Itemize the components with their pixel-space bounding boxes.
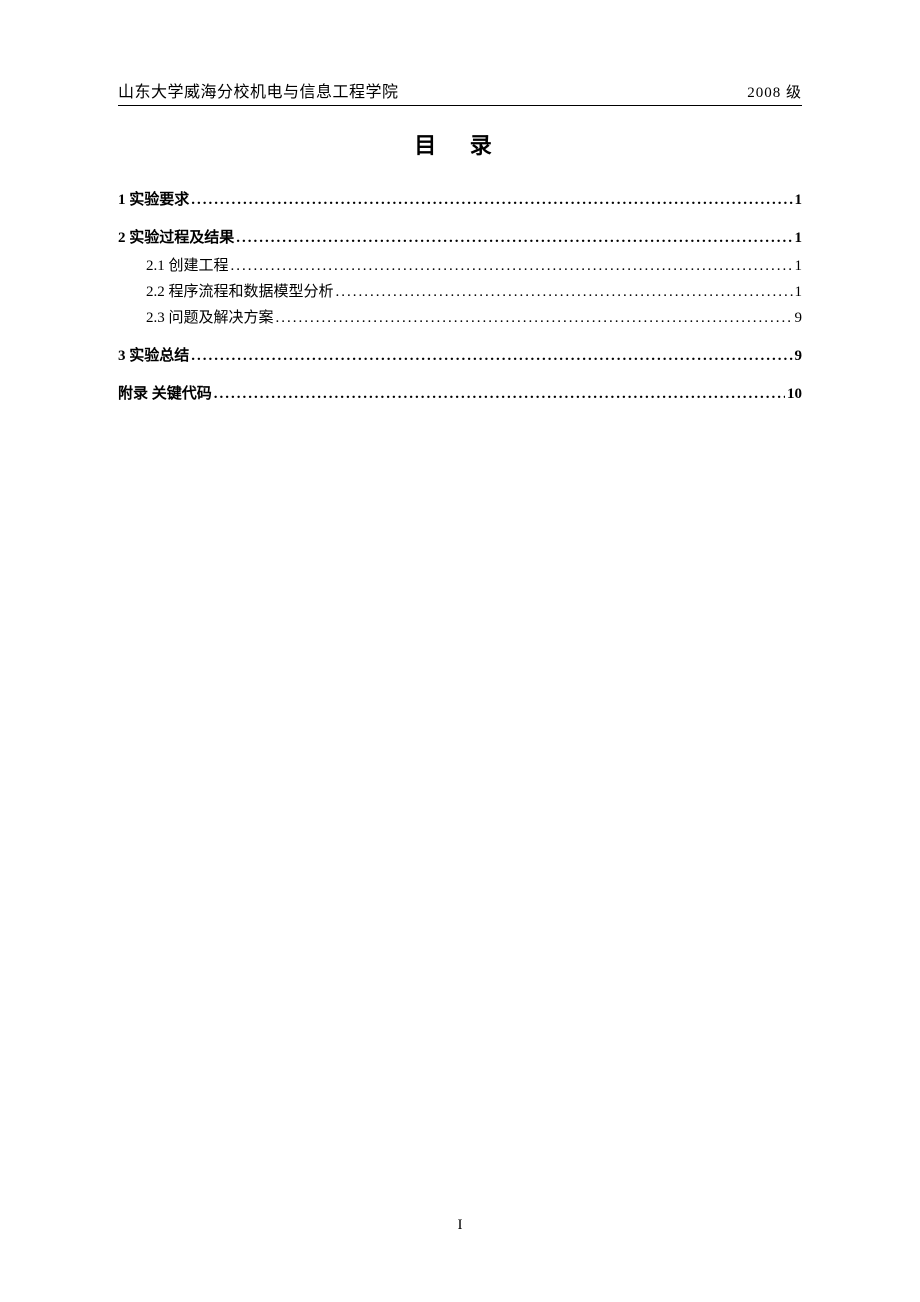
header-cohort: 2008 级 [747,81,802,102]
toc-leader-dots: ........................................… [191,188,792,212]
toc-leader-dots: ........................................… [191,344,792,368]
toc-label: 3 实验总结 [118,344,189,368]
toc-leader-dots: ........................................… [231,254,793,278]
toc-subentry: 2.3 问题及解决方案 ............................… [146,306,802,330]
toc-leader-dots: ........................................… [276,306,793,330]
toc-entry: 2 实验过程及结果 ..............................… [118,226,802,250]
header-institution: 山东大学威海分校机电与信息工程学院 [118,78,399,102]
toc-label: 2.2 程序流程和数据模型分析 [146,280,334,304]
page-container: 山东大学威海分校机电与信息工程学院 2008 级 目 录 1 实验要求 ....… [0,0,920,1302]
toc-label: 1 实验要求 [118,188,189,212]
toc-page-number: 9 [795,306,803,330]
toc-page-number: 1 [795,226,803,250]
toc-subentry: 2.2 程序流程和数据模型分析 ........................… [146,280,802,304]
toc-label: 2.1 创建工程 [146,254,229,278]
toc-leader-dots: ........................................… [236,226,792,250]
toc-page-number: 1 [795,254,803,278]
toc-list: 1 实验要求 .................................… [118,188,802,406]
toc-leader-dots: ........................................… [336,280,793,304]
toc-entry: 附录 关键代码 ................................… [118,382,802,406]
toc-title: 目 录 [118,128,802,160]
toc-label: 2.3 问题及解决方案 [146,306,274,330]
toc-label: 附录 关键代码 [118,382,212,406]
page-header: 山东大学威海分校机电与信息工程学院 2008 级 [118,78,802,106]
toc-leader-dots: ........................................… [214,382,785,406]
toc-label: 2 实验过程及结果 [118,226,234,250]
toc-entry: 1 实验要求 .................................… [118,188,802,212]
toc-page-number: 9 [795,344,803,368]
toc-page-number: 1 [795,280,803,304]
page-number-footer: I [0,1217,920,1234]
toc-page-number: 1 [795,188,803,212]
toc-entry: 3 实验总结 .................................… [118,344,802,368]
toc-subentry: 2.1 创建工程 ...............................… [146,254,802,278]
toc-page-number: 10 [787,382,802,406]
